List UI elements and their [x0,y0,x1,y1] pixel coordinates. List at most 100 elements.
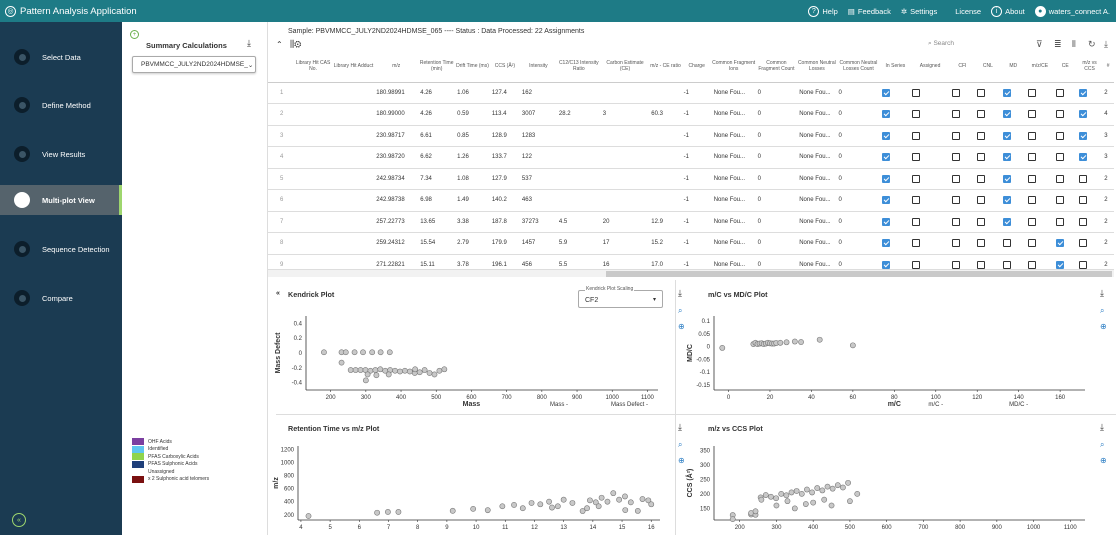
checkbox[interactable] [882,88,891,97]
table-header-cell[interactable]: Intensity [519,52,557,83]
checkbox[interactable] [1002,153,1011,162]
checkbox[interactable] [977,88,986,97]
checkbox[interactable] [1078,217,1087,226]
license-menu[interactable]: License [955,7,981,16]
checkbox[interactable] [1027,153,1036,162]
checkbox[interactable] [912,217,921,226]
scrollbar-thumb[interactable] [606,271,1112,277]
checkbox[interactable] [1055,153,1064,162]
checkbox[interactable] [882,131,891,140]
table-header-cell[interactable]: Charge [681,52,712,83]
collapse-sidebar-icon[interactable]: « [12,513,26,527]
checkbox[interactable] [951,174,960,183]
checkbox[interactable] [1002,88,1011,97]
checkbox[interactable] [1002,174,1011,183]
about-menu[interactable]: i About [991,5,1025,17]
checkbox[interactable] [1027,196,1036,205]
table-header-cell[interactable]: Library Hit CAS No. [293,52,333,83]
checkbox[interactable] [1002,239,1011,248]
search-box[interactable]: ⌕ Search [928,40,954,48]
checkbox[interactable] [951,217,960,226]
checkbox[interactable] [1002,260,1011,269]
step-select-data[interactable]: Select Data [0,45,122,69]
table-row[interactable]: 6 242.98738 6.98 1.49 140.2 463 -1 None Fou... 0… [268,189,1114,212]
checkbox[interactable] [1027,260,1036,269]
checkbox[interactable] [882,153,891,162]
checkbox[interactable] [1027,88,1036,97]
collapse-up-icon[interactable]: ⌃ [276,40,283,49]
filter-list-icon[interactable]: ≣ [1054,39,1062,50]
download-icon[interactable]: ⤓ [678,422,682,433]
checkbox[interactable] [882,174,891,183]
table-header-cell[interactable]: Library Hit Adduct [332,52,375,83]
checkbox[interactable] [1055,110,1064,119]
checkbox[interactable] [1055,260,1064,269]
table-header-cell[interactable]: CFI [949,52,976,83]
checkbox[interactable] [951,153,960,162]
table-header-cell[interactable]: Common Fragment Ions [711,52,756,83]
table-header-cell[interactable]: CNL [975,52,1001,83]
step-sequence-detection[interactable]: Sequence Detection [0,237,122,261]
add-icon[interactable]: + [130,30,139,39]
user-menu[interactable]: ● waters_connect A. [1034,5,1110,17]
table-header-cell[interactable]: m/z [374,52,419,83]
checkbox[interactable] [1002,217,1011,226]
table-row[interactable]: 8 259.24312 15.54 2.79 179.9 1457 5.9 17 15.2 -1 N… [268,232,1114,255]
zoom-in-icon[interactable]: ⊕ [1100,322,1107,331]
checkbox[interactable] [977,174,986,183]
mdc-plot[interactable]: 0 20 40 60 80 100 120 140 1600.10.050-0.05-0.1-0… [680,304,1098,414]
checkbox[interactable] [977,153,986,162]
checkbox[interactable] [882,110,891,119]
checkbox[interactable] [912,196,921,205]
table-header-cell[interactable]: In Series [880,52,911,83]
checkbox[interactable] [977,260,986,269]
checkbox[interactable] [1078,110,1087,119]
checkbox[interactable] [951,260,960,269]
checkbox[interactable] [912,153,921,162]
checkbox[interactable] [977,131,986,140]
table-header-cell[interactable]: # [1102,52,1114,83]
checkbox[interactable] [1027,239,1036,248]
checkbox[interactable] [977,217,986,226]
checkbox[interactable] [1078,88,1087,97]
table-header-cell[interactable]: MD [1000,52,1026,83]
table-header-cell[interactable]: C12/C13 Intensity Ratio [556,52,601,83]
checkbox[interactable] [1078,153,1087,162]
checkbox[interactable] [1055,239,1064,248]
checkbox[interactable] [1002,110,1011,119]
checkbox[interactable] [1055,174,1064,183]
checkbox[interactable] [951,239,960,248]
checkbox[interactable] [912,174,921,183]
feedback-menu[interactable]: ▤ Feedback [848,7,891,16]
settings-menu[interactable]: ✲ Settings [901,7,937,16]
table-header-cell[interactable]: Retention Time (min) [418,52,456,83]
table-header-cell[interactable]: Common Neutral Losses [797,52,837,83]
checkbox[interactable] [951,131,960,140]
checkbox[interactable] [912,110,921,119]
checkbox[interactable] [882,196,891,205]
table-header-cell[interactable]: m/z/CE [1025,52,1054,83]
checkbox[interactable] [1055,196,1064,205]
checkbox[interactable] [1078,260,1087,269]
table-header-cell[interactable]: CE [1053,52,1077,83]
zoom-icon[interactable]: ⌕ [1100,440,1104,450]
ccs-plot[interactable]: 200 300 400 500 600 700 800 900 1000 1100 350 300 25… [680,434,1098,535]
step-compare[interactable]: Compare [0,286,122,310]
checkbox[interactable] [1055,88,1064,97]
checkbox[interactable] [1027,110,1036,119]
column-chooser-icon[interactable]: ⫼⚙ [290,39,301,50]
checkbox[interactable] [882,260,891,269]
refresh-icon[interactable]: ↻ [1088,39,1096,50]
checkbox[interactable] [1027,217,1036,226]
table-header-cell[interactable]: CCS (Å²) [489,52,520,83]
table-header-cell[interactable]: Carbon Estimate (CE) [600,52,650,83]
checkbox[interactable] [882,239,891,248]
rt-plot[interactable]: 4 5 6 7 8 9 10 11 12 13 14 15 16 1200 1000 800 600 400 200… [268,434,673,535]
table-row[interactable]: 4 230.98720 6.62 1.26 133.7 122 -1 None Fou... 0… [268,146,1114,169]
checkbox[interactable] [1078,174,1087,183]
table-row[interactable]: 7 257.22773 13.65 3.38 187.8 37273 4.5 20 12.9 -1… [268,211,1114,233]
checkbox[interactable] [1078,131,1087,140]
checkbox[interactable] [951,196,960,205]
table-row[interactable]: 2 180.99000 4.26 0.59 113.4 3007 28.2 3 60.3 -1 No… [268,103,1114,126]
table-row[interactable]: 5 242.98734 7.34 1.08 127.9 537 -1 None Fou... 0… [268,168,1114,190]
